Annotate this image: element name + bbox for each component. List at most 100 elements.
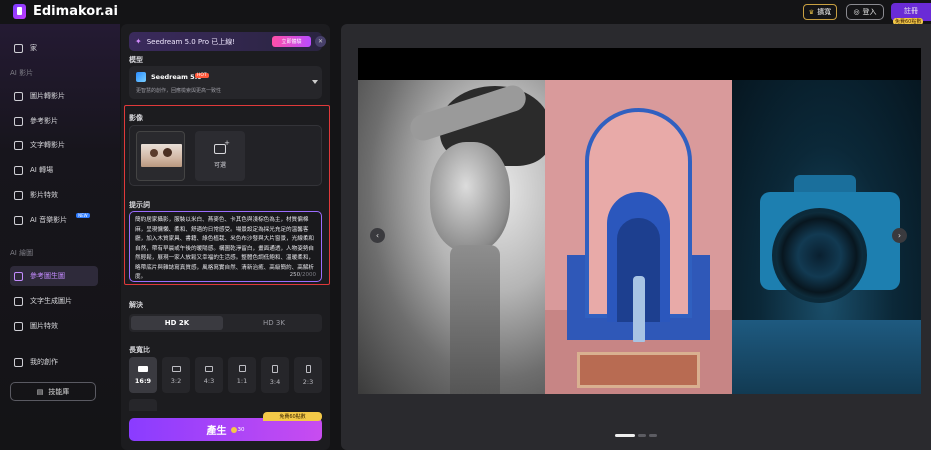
resolution-hd3k[interactable]: HD 3K [228,316,320,330]
chevron-down-icon [312,80,318,84]
sidebar-item-ai-transition[interactable]: AI 轉場 [10,160,98,180]
home-icon [14,43,23,53]
ratio-shape-icon [171,365,181,372]
image-effects-icon [14,321,23,331]
transition-icon [14,165,23,175]
resolution-hd2k[interactable]: HD 2K [131,316,223,330]
promo-try-button[interactable]: 立即體驗 [272,36,311,47]
sidebar-item-video-effects[interactable]: 影片特效 [10,185,98,205]
uploaded-image-thumbnail[interactable] [136,131,185,181]
ratio-label-text: 3:2 [170,376,182,385]
carousel-prev-button[interactable]: ‹ [370,228,385,243]
prompt-label: 提示詞 [129,201,150,209]
sidebar-item-text-to-video[interactable]: 文字轉影片 [10,135,98,155]
ratio-3-2[interactable]: 3:2 [162,357,190,393]
prompt-max: /2000 [300,272,316,278]
sidebar-item-my-creations[interactable]: 我的創作 [10,352,98,372]
ratio-16-9[interactable]: 16:9 [129,357,157,393]
ratio-1-1[interactable]: 1:1 [228,357,256,393]
ratio-label-text: 1:1 [236,377,248,385]
carousel-dot[interactable] [638,434,646,437]
reference-video-icon [14,116,23,126]
hall-figure [633,276,645,342]
sidebar-item-label: 圖片轉影片 [30,92,65,100]
camera-ground [732,320,921,394]
app-root: Edimakor.ai ♛ 擴寬 ◎ 登入 註冊 免費60點數 家 AI 影片 … [0,0,931,450]
reference-image-icon [14,271,23,281]
folder-icon [14,357,23,367]
coin-icon [230,426,237,433]
video-effects-icon [14,190,23,200]
user-icon: ◎ [853,8,860,16]
ratio-2-3[interactable]: 2:3 [294,357,322,393]
add-image-icon [214,139,230,154]
add-image-button[interactable]: 可選 [195,131,245,181]
control-panel: ✦ Seedream 5.0 Pro 已上線! 立即體驗 ✕ 模型 Seedre… [121,24,330,450]
preview-area: ‹ › [341,24,931,450]
image-label: 影像 [129,114,143,122]
ratio-shape-icon [272,364,278,373]
sidebar: 家 AI 影片 圖片轉影片 參考影片 文字轉影片 AI 轉場 影片特效 AI 音… [0,24,120,450]
upgrade-label: 擴寬 [817,8,832,16]
ratio-label-text: 2:3 [302,377,314,386]
sidebar-item-text-to-image[interactable]: 文字生成圖片 [10,291,98,311]
sidebar-item-label: 文字轉影片 [30,141,65,149]
prompt-textarea[interactable]: 簡約居家攝影，服裝以米白、燕麥色、卡其色與淺棕色為主，材質偏棉麻，呈現慵懶、柔和… [129,211,322,282]
sidebar-item-label: 家 [30,44,37,52]
library-icon: ▤ [36,387,44,396]
ratio-shape-icon [138,365,148,372]
sample-image-pink-hall [545,80,732,394]
portrait-face [430,142,510,252]
tech-library-button[interactable]: ▤ 技能庫 [10,382,96,401]
sidebar-item-label: 圖片特效 [30,322,58,330]
logo[interactable]: Edimakor.ai [13,4,118,19]
generate-button[interactable]: 產生 30 [129,418,322,441]
resolution-label: 解決 [129,301,143,309]
portrait-neck [450,245,500,394]
promo-text: Seedream 5.0 Pro 已上線! [146,37,236,46]
logo-icon [13,4,26,19]
generate-label: 產生 [206,426,227,437]
free-points-tag: 免費60點數 [263,412,322,421]
carousel-dot[interactable] [615,434,635,437]
carousel-next-button[interactable]: › [892,228,907,243]
ratio-label-text: 3:4 [269,377,281,386]
sidebar-item-label: AI 轉場 [30,166,54,174]
ratio-shape-icon [238,365,246,372]
hall-rug [577,352,700,388]
ratio-4-3[interactable]: 4:3 [195,357,223,393]
promo-banner: ✦ Seedream 5.0 Pro 已上線! 立即體驗 ✕ [129,32,326,51]
sidebar-item-ai-music-video[interactable]: AI 音樂影片 NEW [10,210,98,230]
carousel-dot[interactable] [649,434,657,437]
sidebar-item-label: 文字生成圖片 [30,297,72,305]
sidebar-item-label: 參考圖生圖 [30,272,65,280]
sidebar-item-home[interactable]: 家 [10,38,98,58]
text-video-icon [14,140,23,150]
add-image-label: 可選 [213,161,226,169]
text-image-icon [14,296,23,306]
generate-cost: 30 [230,426,245,433]
login-label: 登入 [862,8,877,16]
music-video-icon [14,215,23,225]
preview-stage [358,48,921,394]
sidebar-item-reference-image[interactable]: 參考圖生圖 [10,266,98,286]
new-badge: NEW [76,213,90,218]
model-select[interactable]: Seedream 5.0 HOT 更智慧的創作，回應檢索與更高一致性 [129,66,322,99]
sidebar-item-reference-video[interactable]: 參考影片 [10,111,98,131]
prompt-counter: 250/2000 [290,272,316,278]
sidebar-item-label: AI 音樂影片 [30,216,68,224]
sidebar-item-image-effects[interactable]: 圖片特效 [10,316,98,336]
family-photo [141,144,182,167]
login-button[interactable]: ◎ 登入 [846,4,884,20]
sidebar-item-image-to-video[interactable]: 圖片轉影片 [10,86,98,106]
close-icon[interactable]: ✕ [315,36,326,47]
top-bar: Edimakor.ai ♛ 擴寬 ◎ 登入 註冊 免費60點數 [0,0,931,25]
signup-button[interactable]: 註冊 免費60點數 [891,3,931,25]
ratio-more-option[interactable] [129,399,157,411]
ratio-label-text: 4:3 [203,376,215,385]
image-video-icon [14,91,23,101]
upgrade-button[interactable]: ♛ 擴寬 [803,4,837,20]
ratio-3-4[interactable]: 3:4 [261,357,289,393]
tech-library-label: 技能庫 [48,387,70,396]
model-label: 模型 [129,56,143,64]
